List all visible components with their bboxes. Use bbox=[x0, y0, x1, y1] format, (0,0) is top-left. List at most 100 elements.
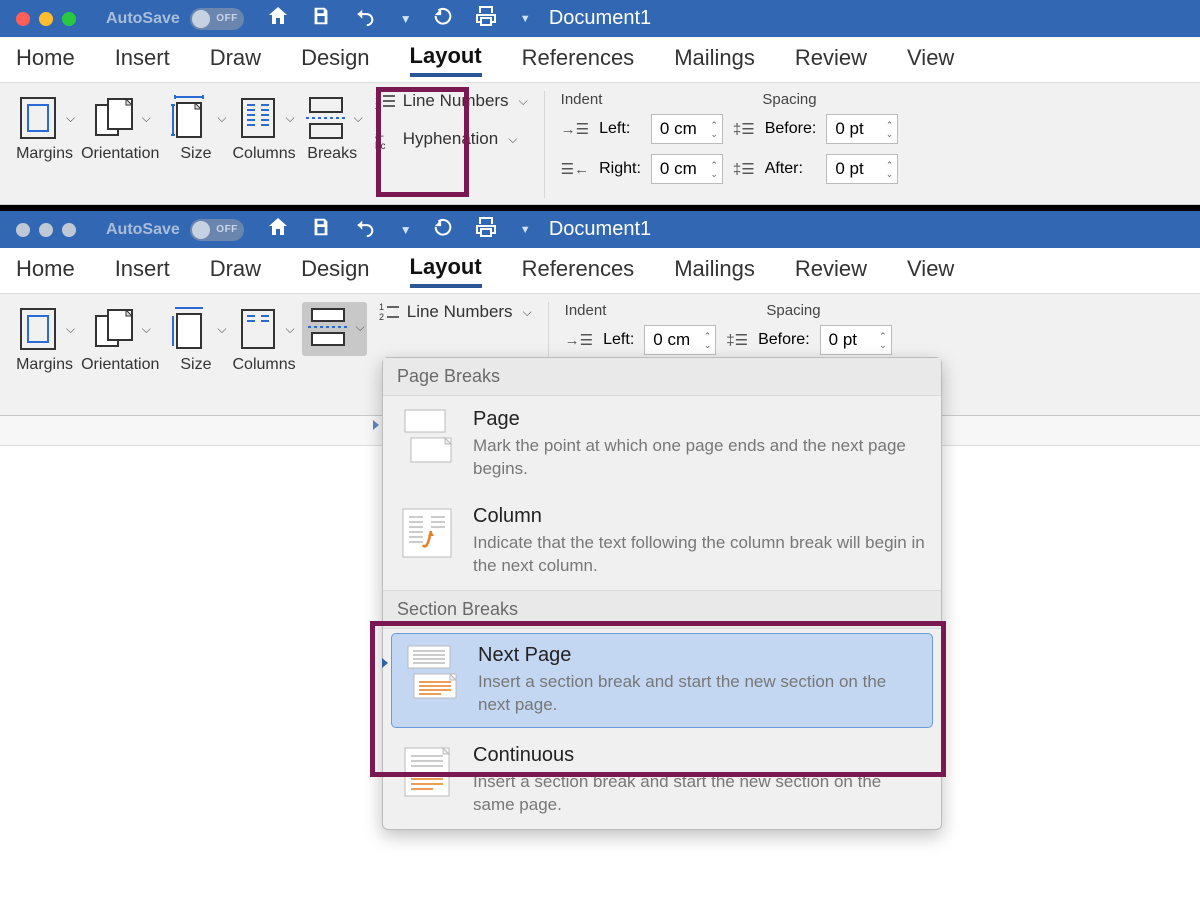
titlebar: AutoSave OFF ▼ ▼ Document1 bbox=[0, 211, 1200, 248]
tab-insert[interactable]: Insert bbox=[115, 256, 170, 286]
margins-label: Margins bbox=[16, 356, 73, 374]
undo-icon[interactable] bbox=[352, 5, 378, 32]
breaks-button-pressed[interactable]: ⌵ bbox=[302, 302, 367, 356]
tab-mailings[interactable]: Mailings bbox=[674, 256, 755, 286]
menu-item-column[interactable]: Column Indicate that the text following … bbox=[383, 493, 941, 590]
print-icon[interactable] bbox=[474, 4, 498, 33]
tab-draw[interactable]: Draw bbox=[210, 256, 261, 286]
minimize-window-button[interactable] bbox=[39, 223, 53, 237]
customize-qat-icon[interactable]: ▼ bbox=[520, 224, 531, 236]
orientation-button[interactable]: ⌵ Orientation bbox=[81, 302, 159, 374]
right-label: Right: bbox=[599, 160, 641, 178]
tab-review[interactable]: Review bbox=[795, 256, 867, 286]
undo-dropdown-icon[interactable]: ▼ bbox=[400, 12, 412, 26]
size-label: Size bbox=[180, 356, 211, 374]
indent-left-input[interactable]: 0 cm⌃⌄ bbox=[644, 325, 716, 355]
section-breaks-header: Section Breaks bbox=[383, 590, 941, 629]
tab-mailings[interactable]: Mailings bbox=[674, 45, 755, 75]
tab-view[interactable]: View bbox=[907, 256, 954, 286]
indent-heading: Indent bbox=[561, 91, 603, 108]
autosave-control[interactable]: AutoSave OFF bbox=[106, 8, 244, 30]
tab-insert[interactable]: Insert bbox=[115, 45, 170, 75]
undo-icon[interactable] bbox=[352, 216, 378, 243]
customize-qat-icon[interactable]: ▼ bbox=[520, 13, 531, 25]
columns-button[interactable]: ⌵ Columns bbox=[232, 302, 295, 374]
breaks-button[interactable]: ⌵ Breaks bbox=[302, 91, 363, 163]
size-button[interactable]: ⌵ Size bbox=[165, 91, 226, 163]
size-button[interactable]: ⌵ Size bbox=[165, 302, 226, 374]
hyphenation-button[interactable]: a-bc Hyphenation ⌵ bbox=[375, 129, 528, 149]
autosave-control[interactable]: AutoSave OFF bbox=[106, 219, 244, 241]
window-2: AutoSave OFF ▼ ▼ Document1 Home Insert D… bbox=[0, 211, 1200, 876]
stepper-icon[interactable]: ⌃⌄ bbox=[710, 161, 718, 178]
spacing-heading: Spacing bbox=[766, 302, 820, 319]
print-icon[interactable] bbox=[474, 215, 498, 244]
autosave-label: AutoSave bbox=[106, 10, 180, 28]
tab-view[interactable]: View bbox=[907, 45, 954, 75]
close-window-button[interactable] bbox=[16, 223, 30, 237]
tab-layout[interactable]: Layout bbox=[410, 43, 482, 77]
stepper-icon[interactable]: ⌃⌄ bbox=[710, 121, 718, 138]
menu-item-next-page[interactable]: Next Page Insert a section break and sta… bbox=[391, 633, 933, 728]
undo-dropdown-icon[interactable]: ▼ bbox=[400, 223, 412, 237]
tab-draw[interactable]: Draw bbox=[210, 45, 261, 75]
group-separator bbox=[544, 91, 545, 198]
tab-references[interactable]: References bbox=[522, 45, 635, 75]
tab-design[interactable]: Design bbox=[301, 256, 369, 286]
maximize-window-button[interactable] bbox=[62, 223, 76, 237]
home-icon[interactable] bbox=[266, 4, 290, 33]
autosave-toggle[interactable]: OFF bbox=[190, 8, 244, 30]
line-numbers-button[interactable]: 12 Line Numbers ⌵ bbox=[379, 302, 532, 322]
columns-button[interactable]: ⌵ Columns bbox=[232, 91, 295, 163]
breaks-icon bbox=[302, 91, 350, 145]
chevron-down-icon: ⌵ bbox=[523, 305, 532, 320]
hyphenation-icon: a-bc bbox=[375, 129, 395, 149]
tab-home[interactable]: Home bbox=[16, 45, 75, 75]
spacing-after-input[interactable]: 0 pt ⌃⌄ bbox=[826, 154, 898, 184]
indent-right-input[interactable]: 0 cm⌃⌄ bbox=[651, 154, 723, 184]
indent-left-input[interactable]: 0 cm ⌃⌄ bbox=[651, 114, 723, 144]
line-numbers-button[interactable]: 12 Line Numbers ⌵ bbox=[375, 91, 528, 111]
before-label: Before: bbox=[765, 120, 817, 138]
minimize-window-button[interactable] bbox=[39, 12, 53, 26]
tab-layout[interactable]: Layout bbox=[410, 254, 482, 288]
ribbon-layout: ⌵ Margins ⌵ Orientation ⌵ Size bbox=[0, 83, 1200, 205]
indent-heading: Indent bbox=[565, 302, 607, 319]
home-icon[interactable] bbox=[266, 215, 290, 244]
menu-item-page[interactable]: Page Mark the point at which one page en… bbox=[383, 396, 941, 493]
tab-home[interactable]: Home bbox=[16, 256, 75, 286]
close-window-button[interactable] bbox=[16, 12, 30, 26]
left-label: Left: bbox=[599, 120, 641, 138]
autosave-toggle[interactable]: OFF bbox=[190, 219, 244, 241]
indent-left-value: 0 cm bbox=[660, 119, 697, 139]
margins-button[interactable]: ⌵ Margins bbox=[14, 91, 75, 163]
orientation-button[interactable]: ⌵ Orientation bbox=[81, 91, 159, 163]
margins-label: Margins bbox=[16, 145, 73, 163]
spacing-before-input[interactable]: 0 pt⌃⌄ bbox=[820, 325, 892, 355]
spacing-before-input[interactable]: 0 pt⌃⌄ bbox=[826, 114, 898, 144]
stepper-icon[interactable]: ⌃⌄ bbox=[879, 332, 887, 349]
repeat-icon[interactable] bbox=[432, 5, 454, 32]
stepper-icon[interactable]: ⌃⌄ bbox=[886, 161, 894, 178]
spacing-after-value: 0 pt bbox=[835, 159, 863, 179]
tab-review[interactable]: Review bbox=[795, 45, 867, 75]
stepper-icon[interactable]: ⌃⌄ bbox=[886, 121, 894, 138]
column-break-icon bbox=[399, 505, 455, 561]
maximize-window-button[interactable] bbox=[62, 12, 76, 26]
save-icon[interactable] bbox=[310, 5, 332, 32]
stepper-icon[interactable]: ⌃⌄ bbox=[704, 332, 712, 349]
line-numbers-label: Line Numbers bbox=[407, 302, 513, 322]
menu-item-desc: Indicate that the text following the col… bbox=[473, 532, 925, 578]
ribbon-tabs: Home Insert Draw Design Layout Reference… bbox=[0, 248, 1200, 294]
tab-references[interactable]: References bbox=[522, 256, 635, 286]
margins-button[interactable]: ⌵ Margins bbox=[14, 302, 75, 374]
columns-label: Columns bbox=[232, 145, 295, 163]
chevron-down-icon: ⌵ bbox=[217, 111, 226, 126]
tab-design[interactable]: Design bbox=[301, 45, 369, 75]
chevron-down-icon: ⌵ bbox=[66, 322, 75, 337]
menu-item-continuous[interactable]: Continuous Insert a section break and st… bbox=[383, 732, 941, 829]
orientation-icon bbox=[90, 91, 138, 145]
repeat-icon[interactable] bbox=[432, 216, 454, 243]
columns-icon bbox=[234, 302, 282, 356]
save-icon[interactable] bbox=[310, 216, 332, 243]
